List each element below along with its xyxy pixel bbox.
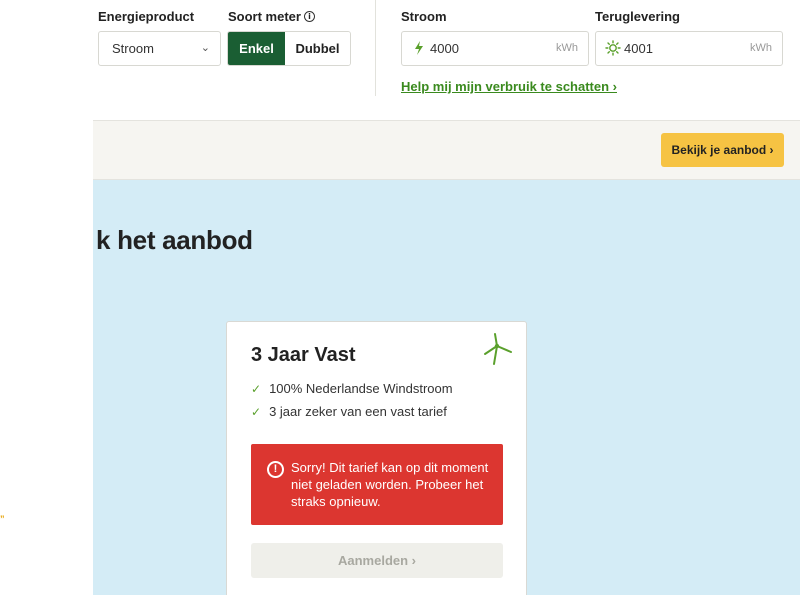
energy-product-label: Energieproduct <box>98 9 195 24</box>
check-icon: ✓ <box>251 382 262 396</box>
usage-label: Stroom <box>401 9 447 24</box>
sun-icon <box>605 40 621 56</box>
feature-item: ✓ 100% Nederlandse Windstroom <box>251 381 453 396</box>
meter-type-toggle: Enkel Dubbel <box>227 31 351 66</box>
offer-title: 3 Jaar Vast <box>251 344 356 366</box>
signup-button[interactable]: Aanmelden › <box>251 543 503 578</box>
energy-product-select[interactable]: Stroom ⌄ <box>98 31 221 66</box>
return-supply-unit: kWh <box>750 42 772 54</box>
lightning-icon <box>415 41 423 55</box>
feature-text: 3 jaar zeker van een vast tarief <box>269 404 447 419</box>
calculator-header: Energieproduct Stroom ⌄ Soort meter i Enk… <box>0 0 800 120</box>
windmill-icon <box>484 333 512 365</box>
usage-value: 4000 <box>430 41 459 56</box>
meter-option-dubbel[interactable]: Dubbel <box>285 32 350 65</box>
alert-icon: ! <box>267 461 284 478</box>
offer-card: 3 Jaar Vast ✓ 100% Nederlandse Windstroom… <box>226 321 527 595</box>
stray-mark: ” <box>0 514 5 524</box>
usage-unit: kWh <box>556 42 578 54</box>
feature-text: 100% Nederlandse Windstroom <box>269 381 453 396</box>
error-message: Sorry! Dit tarief kan op dit moment niet… <box>291 460 489 509</box>
energy-product-value: Stroom <box>112 41 154 56</box>
info-icon[interactable]: i <box>303 11 315 22</box>
return-supply-label: Teruglevering <box>595 9 681 24</box>
feature-item: ✓ 3 jaar zeker van een vast tarief <box>251 404 447 419</box>
meter-type-label-text: Soort meter <box>228 9 301 24</box>
estimate-usage-link[interactable]: Help mij mijn verbruik te schatten › <box>401 79 617 94</box>
error-alert: ! Sorry! Dit tarief kan op dit moment ni… <box>251 444 503 525</box>
usage-input[interactable]: 4000 kWh <box>401 31 589 66</box>
meter-type-label: Soort meter i <box>228 9 315 24</box>
return-supply-value: 4001 <box>624 41 653 56</box>
return-supply-input[interactable]: 4001 kWh <box>595 31 783 66</box>
meter-option-enkel[interactable]: Enkel <box>228 32 285 65</box>
divider <box>375 0 376 96</box>
check-icon: ✓ <box>251 405 262 419</box>
chevron-down-icon: ⌄ <box>200 42 210 54</box>
view-offer-button[interactable]: Bekijk je aanbod › <box>661 133 784 167</box>
offer-heading: k het aanbod <box>96 225 253 255</box>
